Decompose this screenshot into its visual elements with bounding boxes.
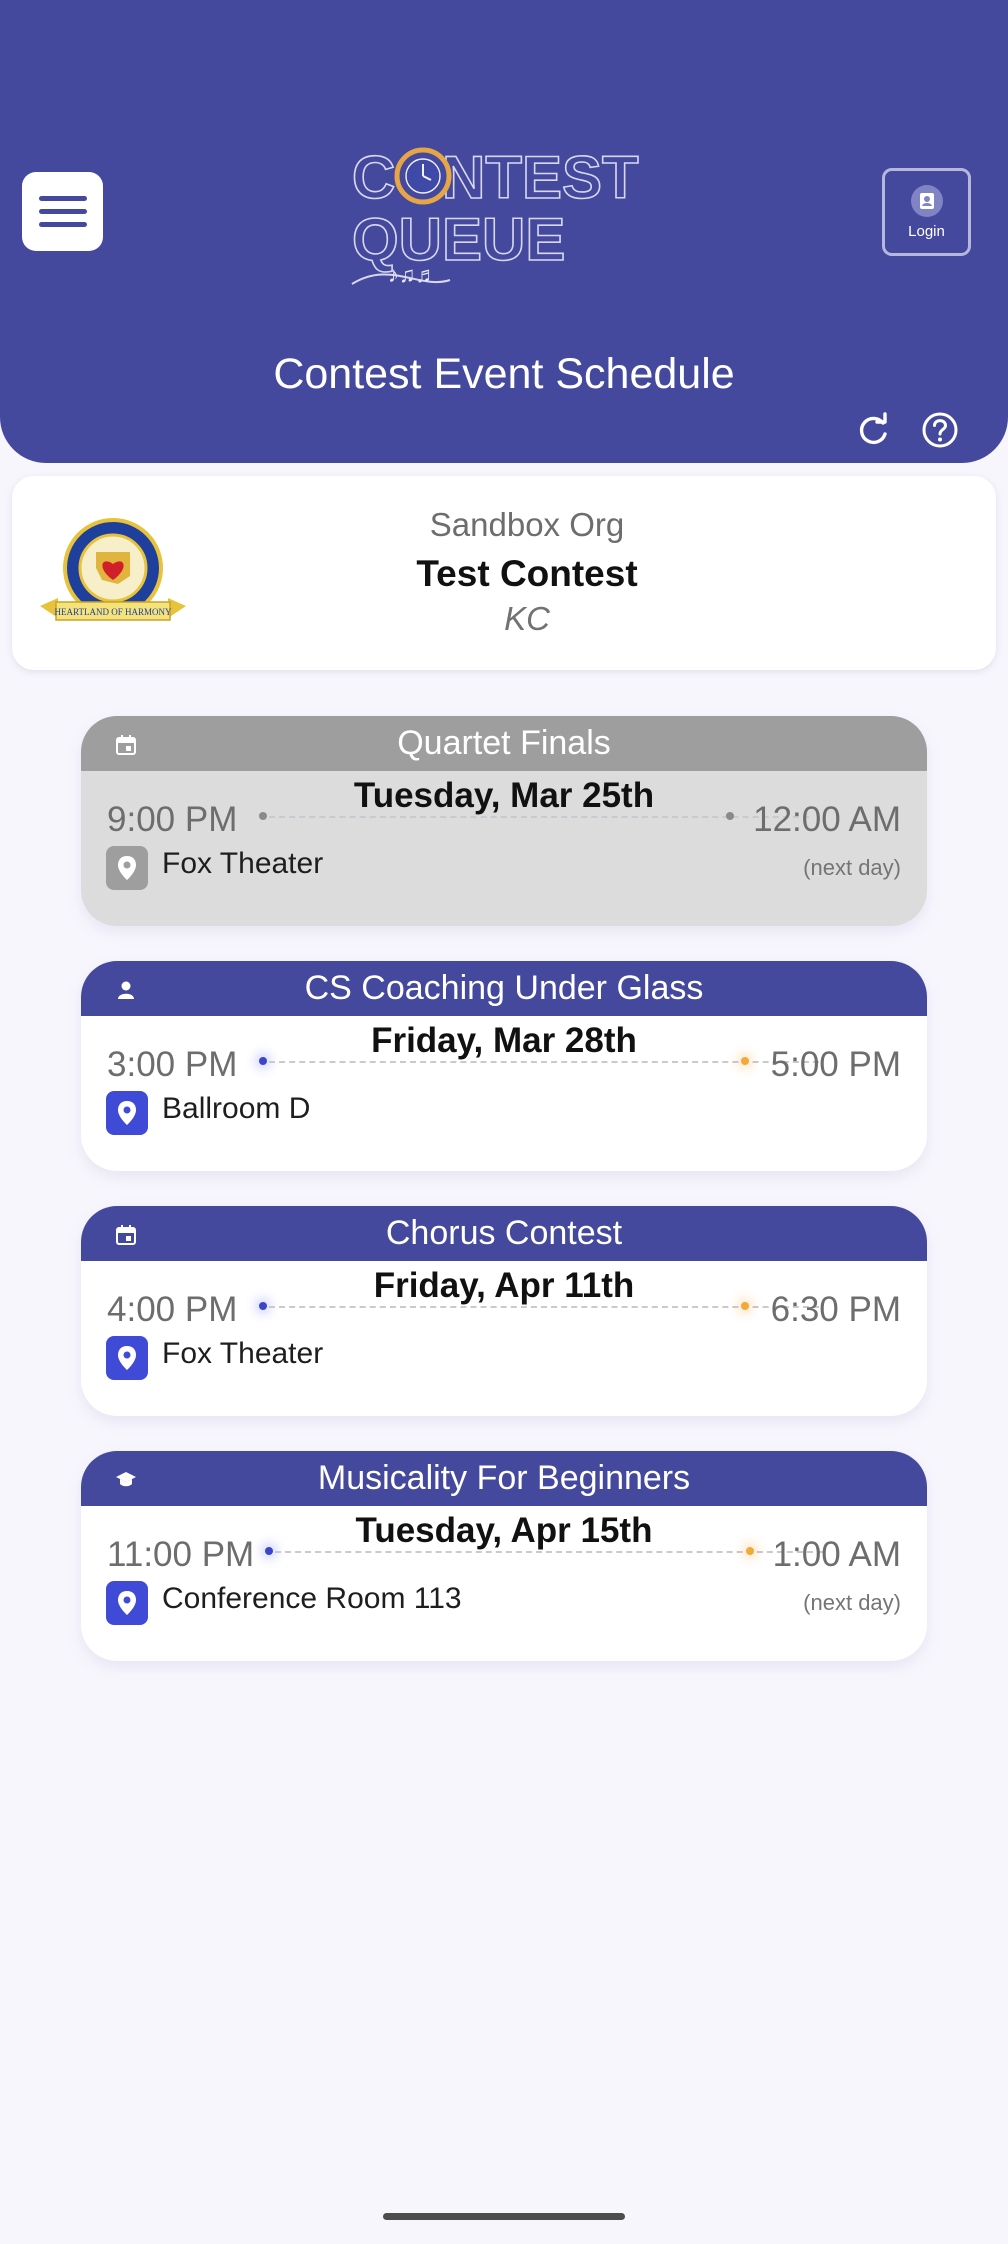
svg-text:QUEUE: QUEUE bbox=[352, 206, 565, 273]
next-day-note: (next day) bbox=[803, 855, 901, 880]
page-title: Contest Event Schedule bbox=[273, 350, 735, 398]
app-header: CONTEST QUEUE ♪♫♬ Login Contest Event Sc… bbox=[0, 0, 1008, 463]
timeline-end-dot bbox=[741, 1057, 749, 1065]
end-time: 1:00 AM bbox=[772, 1535, 901, 1574]
event-card-header: Musicality For Beginners bbox=[81, 1451, 927, 1506]
location-pin-icon bbox=[106, 1091, 148, 1135]
event-title: Quartet Finals bbox=[397, 724, 611, 762]
hamburger-icon-bar bbox=[38, 196, 87, 201]
timeline-line bbox=[275, 1551, 823, 1553]
event-card-header: Quartet Finals bbox=[81, 716, 927, 771]
event-card[interactable]: Quartet Finals Tuesday, Mar 25th 9:00 PM… bbox=[81, 716, 927, 926]
event-card[interactable]: Musicality For Beginners Tuesday, Apr 15… bbox=[81, 1451, 927, 1661]
contest-info-card: HEARTLAND OF HARMONY Sandbox Org Test Co… bbox=[12, 476, 996, 670]
login-label: Login bbox=[908, 222, 945, 240]
start-time: 3:00 PM bbox=[107, 1045, 238, 1084]
event-title: Musicality For Beginners bbox=[317, 1459, 691, 1497]
contest-location: KC bbox=[504, 600, 550, 637]
timeline-end-dot bbox=[726, 812, 734, 820]
end-time: 12:00 AM bbox=[753, 800, 901, 839]
timeline-end-dot bbox=[746, 1547, 754, 1555]
event-title: Chorus Contest bbox=[385, 1214, 623, 1252]
event-card[interactable]: Chorus Contest Friday, Apr 11th 4:00 PM … bbox=[81, 1206, 927, 1416]
location-pin-icon bbox=[106, 1581, 148, 1625]
refresh-icon[interactable] bbox=[853, 410, 893, 450]
timeline-start-dot bbox=[259, 812, 267, 820]
login-button[interactable]: Login bbox=[882, 168, 971, 256]
org-name: Sandbox Org bbox=[429, 506, 625, 543]
event-venue: Ballroom D bbox=[162, 1092, 311, 1125]
next-day-note: (next day) bbox=[803, 1590, 901, 1615]
contact-icon bbox=[910, 184, 943, 217]
start-time: 4:00 PM bbox=[107, 1290, 238, 1329]
event-venue: Fox Theater bbox=[162, 847, 324, 880]
svg-text:♪♫♬: ♪♫♬ bbox=[388, 262, 438, 287]
hamburger-icon-bar bbox=[38, 222, 87, 227]
timeline-start-dot bbox=[259, 1057, 267, 1065]
timeline-line bbox=[269, 1061, 819, 1063]
contest-name: Test Contest bbox=[416, 553, 638, 594]
timeline-end-dot bbox=[741, 1302, 749, 1310]
event-title: CS Coaching Under Glass bbox=[304, 969, 704, 1007]
start-time: 11:00 PM bbox=[107, 1535, 255, 1574]
event-card-header: CS Coaching Under Glass bbox=[81, 961, 927, 1016]
event-venue: Conference Room 113 bbox=[162, 1582, 462, 1615]
start-time: 9:00 PM bbox=[107, 800, 238, 839]
location-pin-icon bbox=[106, 1336, 148, 1380]
home-indicator[interactable] bbox=[383, 2213, 625, 2220]
timeline-start-dot bbox=[265, 1547, 273, 1555]
event-card[interactable]: CS Coaching Under Glass Friday, Mar 28th… bbox=[81, 961, 927, 1171]
hamburger-icon-bar bbox=[38, 209, 87, 214]
location-pin-icon bbox=[106, 846, 148, 890]
menu-button[interactable] bbox=[22, 172, 103, 251]
contest-queue-logo: CONTEST QUEUE ♪♫♬ bbox=[351, 143, 639, 287]
event-venue: Fox Theater bbox=[162, 1337, 324, 1370]
end-time: 6:30 PM bbox=[770, 1290, 901, 1329]
timeline-line bbox=[269, 1306, 819, 1308]
help-icon[interactable] bbox=[920, 410, 960, 450]
end-time: 5:00 PM bbox=[770, 1045, 901, 1084]
event-card-header: Chorus Contest bbox=[81, 1206, 927, 1261]
timeline-start-dot bbox=[259, 1302, 267, 1310]
